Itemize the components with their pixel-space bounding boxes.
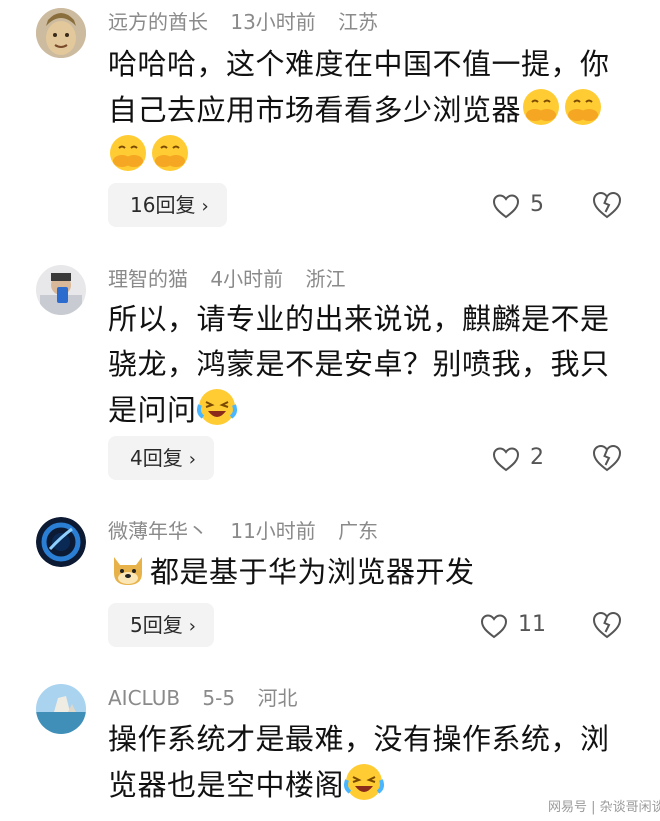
- heart-icon: [492, 194, 520, 219]
- comment-text: 都是基于华为浏览器开发: [108, 549, 628, 595]
- username[interactable]: 远方的酋长: [108, 10, 208, 34]
- broken-heart-icon[interactable]: [592, 190, 622, 220]
- comment-text-line: 所以，请专业的出来说说，麒麟是不是: [108, 302, 610, 336]
- username[interactable]: 微薄年华丶: [108, 519, 208, 543]
- comment-text-line: [108, 133, 628, 179]
- laugh-cry-emoji: [344, 762, 384, 802]
- comment-item: 理智的猫 4小时前 浙江 所以，请专业的出来说说，麒麟是不是 骁龙，鸿蒙是不是安…: [0, 255, 660, 495]
- like-count: 2: [530, 445, 544, 470]
- chevron-right-icon: ›: [201, 196, 209, 217]
- location: 浙江: [305, 267, 346, 291]
- view-replies-button[interactable]: 4回复 ›: [108, 436, 214, 480]
- comment-meta: 远方的酋长 13小时前 江苏: [108, 7, 394, 37]
- chevron-right-icon: ›: [188, 449, 196, 470]
- username[interactable]: AICLUB: [108, 686, 180, 710]
- comment-text: 所以，请专业的出来说说，麒麟是不是 骁龙，鸿蒙是不是安卓？别喷我，我只 是问问: [108, 297, 628, 433]
- timestamp: 11小时前: [230, 519, 316, 543]
- like-count: 5: [530, 192, 544, 217]
- like-button[interactable]: 11: [480, 603, 546, 647]
- comment-text-line: 骁龙，鸿蒙是不是安卓？别喷我，我只: [108, 347, 610, 381]
- comment-text: 操作系统才是最难，没有操作系统，浏 览器也是空中楼阁: [108, 717, 628, 808]
- view-replies-button[interactable]: 5回复 ›: [108, 603, 214, 647]
- comment-text-line: 操作系统才是最难，没有操作系统，浏: [108, 722, 610, 756]
- avatar[interactable]: [36, 265, 86, 315]
- comment-item: 远方的酋长 13小时前 江苏 哈哈哈，这个难度在中国不值一提，你 自己去应用市场…: [0, 0, 660, 250]
- watermark: 网易号 | 杂谈哥闲谈: [548, 800, 660, 815]
- heart-icon: [492, 447, 520, 472]
- cover-mouth-emoji: [108, 133, 148, 173]
- like-count: 11: [518, 612, 546, 637]
- comment-meta: AICLUB 5-5 河北: [108, 683, 313, 713]
- comment-text: 哈哈哈，这个难度在中国不值一提，你 自己去应用市场看看多少浏览器: [108, 42, 628, 179]
- like-button[interactable]: 5: [492, 183, 544, 227]
- doge-emoji: [108, 549, 148, 589]
- broken-heart-icon[interactable]: [592, 443, 622, 473]
- avatar[interactable]: [36, 684, 86, 734]
- timestamp: 4小时前: [210, 267, 284, 291]
- laugh-cry-emoji: [196, 387, 237, 427]
- comment-text-line: 都是基于华为浏览器开发: [108, 549, 628, 595]
- reply-count: 5回复: [130, 613, 183, 637]
- comment-text-line: 自己去应用市场看看多少浏览器: [108, 87, 628, 133]
- timestamp: 13小时前: [230, 10, 316, 34]
- comment-text-line: 是问问: [108, 387, 628, 433]
- cover-mouth-emoji: [150, 133, 190, 173]
- heart-icon: [480, 614, 508, 639]
- broken-heart-icon[interactable]: [592, 610, 622, 640]
- comment-meta: 微薄年华丶 11小时前 广东: [108, 516, 394, 546]
- cover-mouth-emoji: [563, 87, 603, 127]
- timestamp: 5-5: [202, 686, 236, 710]
- chevron-right-icon: ›: [188, 616, 196, 637]
- comment-meta: 理智的猫 4小时前 浙江: [108, 264, 361, 294]
- avatar[interactable]: [36, 8, 86, 58]
- view-replies-button[interactable]: 16回复 ›: [108, 183, 227, 227]
- comment-item: 微薄年华丶 11小时前 广东 都是基于华为浏览器开发 5回复 › 11: [0, 507, 660, 667]
- comment-text-line: 哈哈哈，这个难度在中国不值一提，你: [108, 47, 610, 81]
- avatar[interactable]: [36, 517, 86, 567]
- reply-count: 4回复: [130, 446, 183, 470]
- reply-count: 16回复: [130, 193, 196, 217]
- username[interactable]: 理智的猫: [108, 267, 188, 291]
- location: 江苏: [338, 10, 379, 34]
- location: 河北: [257, 686, 298, 710]
- cover-mouth-emoji: [521, 87, 561, 127]
- location: 广东: [338, 519, 379, 543]
- like-button[interactable]: 2: [492, 436, 544, 480]
